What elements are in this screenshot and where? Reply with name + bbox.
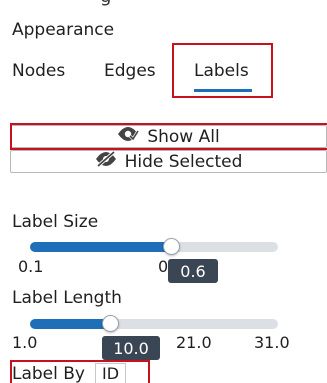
label-length-tick-31: 31.0	[254, 333, 290, 352]
label-size-min-tick: 0.1	[18, 257, 44, 276]
tab-edges[interactable]: Edges	[104, 61, 156, 81]
clipped-top-row: g	[0, 0, 327, 6]
label-size-slider-handle[interactable]	[163, 238, 180, 255]
label-length-tick-1: 1.0	[12, 333, 38, 352]
highlight-box-label-by	[10, 360, 150, 383]
label-length-value-tooltip: 10.0	[102, 336, 160, 360]
hide-selected-label: Hide Selected	[124, 151, 243, 172]
label-size-title: Label Size	[12, 212, 99, 232]
label-length-title: Label Length	[12, 288, 122, 308]
label-length-tick-21: 21.0	[176, 333, 212, 352]
highlight-box-show-all	[10, 123, 327, 150]
label-length-slider-handle[interactable]	[102, 315, 119, 332]
highlight-box-labels-tab	[172, 43, 273, 98]
section-title: Appearance	[12, 20, 115, 40]
eye-slash-icon	[95, 150, 117, 172]
label-size-slider-fill	[30, 242, 171, 252]
tab-nodes[interactable]: Nodes	[12, 61, 65, 81]
hide-selected-button[interactable]: Hide Selected	[10, 150, 327, 173]
label-length-slider-fill	[30, 319, 112, 329]
label-size-tick: 0	[158, 257, 169, 276]
label-size-value-tooltip: 0.6	[168, 259, 218, 283]
